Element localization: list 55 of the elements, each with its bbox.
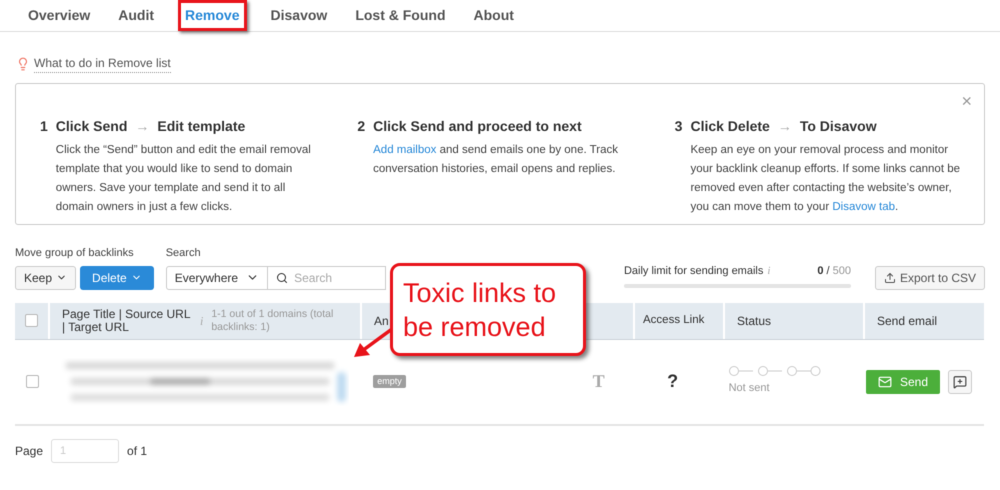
step-title: Click Delete	[690, 117, 770, 136]
column-header[interactable]: Send email	[877, 312, 938, 330]
column-header[interactable]: Status	[737, 312, 772, 330]
move-group-label: Move group of backlinks	[15, 246, 135, 261]
text-type-icon: T	[592, 368, 605, 395]
search-icon	[276, 272, 288, 284]
keep-button[interactable]: Keep	[15, 266, 76, 290]
step-title: To Disavow	[800, 117, 877, 136]
upload-icon	[884, 272, 896, 284]
tab[interactable]: About	[470, 5, 518, 26]
step-description: Keep an eye on your removal process and monitor your backlink cleanup efforts. If some links cannot be removed even after contacting the website’s owner, you can move them to your Disavow tab.	[690, 143, 960, 215]
page-label: Page	[15, 442, 44, 460]
progress-steps-icon	[728, 366, 821, 376]
tab[interactable]: Disavow	[266, 5, 332, 26]
daily-limit-label: Daily limit for sending emails	[624, 264, 764, 279]
export-button[interactable]: Export to CSV	[874, 266, 985, 290]
search-field[interactable]: Search	[268, 266, 386, 290]
disavow-tab-link[interactable]: Disavow tab	[832, 201, 895, 213]
count-note: 1-1 out of 1 domains (total backlinks: 1)	[211, 308, 334, 334]
step-description: Add mailbox and send emails one by one. Track conversation histories, email opens and replies.	[373, 143, 619, 177]
tab[interactable]: Audit	[114, 5, 158, 26]
step-number: 2	[357, 117, 366, 136]
arrow-icon: →	[135, 116, 150, 137]
callout-text: Toxic links to be removed	[403, 276, 558, 344]
delete-button[interactable]: Delete	[80, 266, 154, 290]
add-comment-button[interactable]	[948, 370, 972, 394]
step-description: Click the “Send” button and edit the email removal template that you would like to send to domain owners. Save your template and send it to all domain owners in just a few clicks.	[56, 143, 312, 215]
column-header[interactable]: Access Link	[643, 312, 704, 330]
add-mailbox-link[interactable]: Add mailbox	[373, 144, 436, 156]
envelope-icon	[878, 374, 892, 388]
page-count: of 1	[127, 442, 148, 460]
step-title: Edit template	[157, 117, 246, 136]
status-text: Not sent	[728, 381, 771, 396]
column-header[interactable]: Page Title | Source URL | Target URL	[62, 308, 192, 334]
info-icon: i	[767, 263, 770, 280]
tab[interactable]: Remove	[178, 0, 246, 31]
column-header[interactable]: An	[374, 312, 389, 330]
tab[interactable]: Lost & Found	[351, 5, 450, 26]
comment-plus-icon	[953, 374, 967, 388]
step-number: 3	[674, 117, 682, 136]
checkbox[interactable]	[25, 314, 38, 327]
limit-count: 0 / 500	[817, 264, 851, 279]
empty-tag: empty	[373, 374, 406, 388]
scope-select[interactable]: Everywhere	[166, 266, 268, 290]
arrow-icon: →	[778, 116, 792, 137]
checkbox[interactable]	[26, 375, 39, 388]
info-icon: i	[200, 312, 204, 330]
step-number: 1	[40, 117, 48, 136]
lightbulb-icon	[16, 56, 30, 70]
tab[interactable]: Overview	[24, 5, 94, 26]
access-link-status: ?	[667, 370, 678, 393]
search-label: Search	[166, 246, 202, 261]
step-title: Click Send and proceed to next	[373, 117, 582, 136]
step-title: Click Send	[56, 117, 128, 136]
hint-link[interactable]: What to do in Remove list	[34, 54, 171, 73]
